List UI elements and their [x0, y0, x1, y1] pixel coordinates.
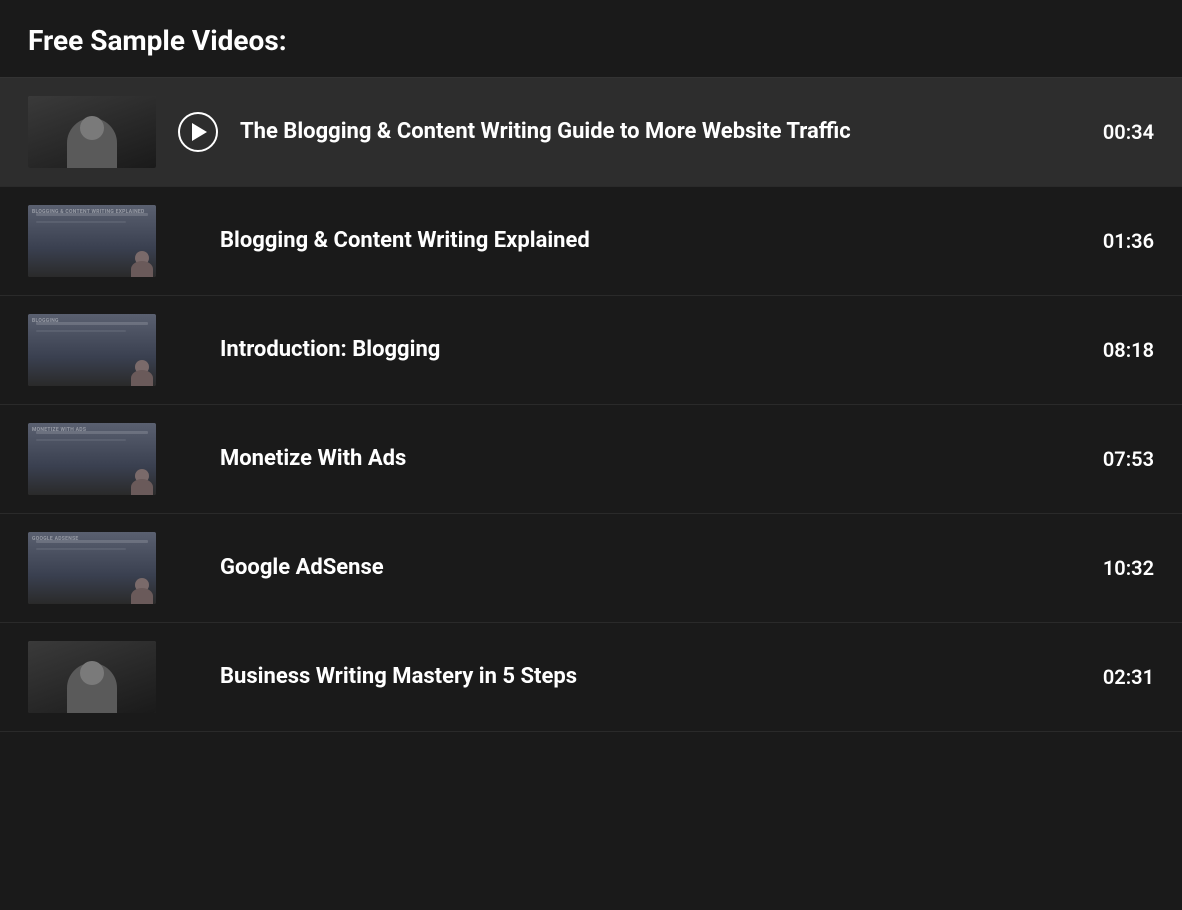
- video-title-5: Google AdSense: [220, 554, 1064, 583]
- video-thumbnail-3: BLOGGING: [28, 314, 156, 386]
- video-title-3: Introduction: Blogging: [220, 336, 1064, 365]
- video-thumbnail-6: [28, 641, 156, 713]
- video-title-4: Monetize With Ads: [220, 445, 1064, 474]
- play-button-1[interactable]: [176, 110, 220, 154]
- page-container: Free Sample Videos: The Blogging & Conte…: [0, 0, 1182, 732]
- video-thumbnail-5: GOOGLE ADSENSE: [28, 532, 156, 604]
- video-thumbnail-2: BLOGGING & CONTENT WRITING EXPLAINED: [28, 205, 156, 277]
- video-item-2[interactable]: BLOGGING & CONTENT WRITING EXPLAINED Blog…: [0, 187, 1182, 296]
- video-title-2: Blogging & Content Writing Explained: [220, 227, 1064, 256]
- page-title: Free Sample Videos:: [28, 24, 1154, 57]
- video-duration-6: 02:31: [1084, 665, 1154, 689]
- play-icon: [192, 123, 207, 141]
- video-thumbnail-1: [28, 96, 156, 168]
- video-title-6: Business Writing Mastery in 5 Steps: [220, 663, 1064, 692]
- video-duration-1: 00:34: [1084, 120, 1154, 144]
- video-item-3[interactable]: BLOGGING Introduction: Blogging 08:18: [0, 296, 1182, 405]
- video-item-1[interactable]: The Blogging & Content Writing Guide to …: [0, 78, 1182, 187]
- video-item-4[interactable]: MONETIZE WITH ADS Monetize With Ads 07:53: [0, 405, 1182, 514]
- video-duration-2: 01:36: [1084, 229, 1154, 253]
- video-duration-3: 08:18: [1084, 338, 1154, 362]
- video-item-5[interactable]: GOOGLE ADSENSE Google AdSense 10:32: [0, 514, 1182, 623]
- video-thumbnail-4: MONETIZE WITH ADS: [28, 423, 156, 495]
- page-header: Free Sample Videos:: [0, 0, 1182, 78]
- video-item-6[interactable]: Business Writing Mastery in 5 Steps 02:31: [0, 623, 1182, 732]
- video-duration-4: 07:53: [1084, 447, 1154, 471]
- video-duration-5: 10:32: [1084, 556, 1154, 580]
- video-list: The Blogging & Content Writing Guide to …: [0, 78, 1182, 732]
- video-title-1: The Blogging & Content Writing Guide to …: [240, 118, 1064, 147]
